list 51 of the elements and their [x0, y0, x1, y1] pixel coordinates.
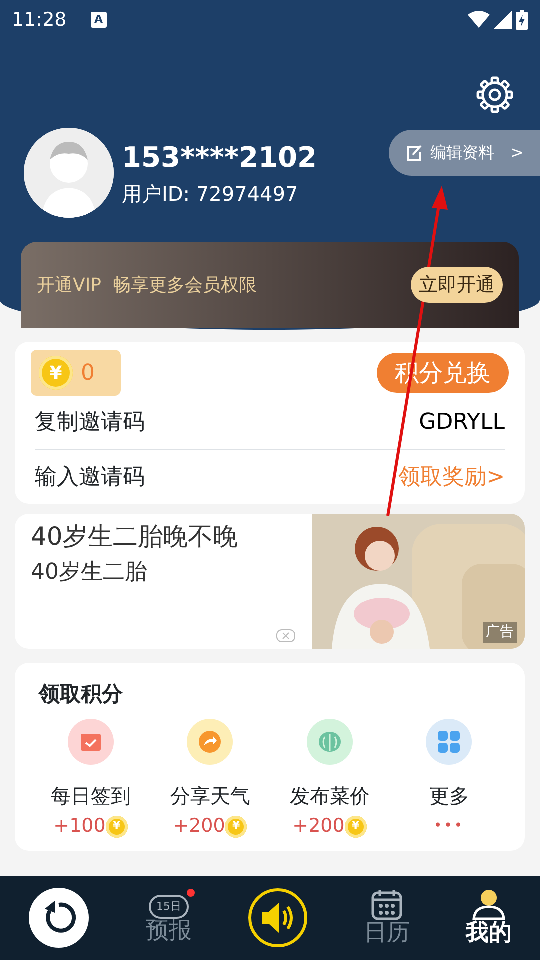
phone-number: 153****2102: [122, 140, 318, 176]
wifi-icon: [468, 11, 490, 29]
user-icon: [471, 889, 507, 922]
nav-tab[interactable]: 我的: [466, 889, 512, 947]
invite-row[interactable]: 复制邀请码 GDRYLL: [35, 396, 505, 450]
invite-code: GDRYLL: [419, 409, 505, 437]
ad-title: 40岁生二胎晚不晚: [31, 521, 239, 553]
signal-icon: [494, 11, 512, 29]
refresh-icon: [28, 887, 90, 949]
battery-icon: [516, 10, 528, 30]
reward-amount: •••: [434, 817, 465, 836]
coin-icon: ¥: [344, 816, 367, 838]
invite-label: 输入邀请码: [35, 464, 145, 492]
status-time: 11:28: [12, 8, 67, 33]
invite-label: 复制邀请码: [35, 409, 145, 437]
activate-vip-button[interactable]: 立即开通: [411, 266, 503, 304]
task-label: 每日签到: [50, 782, 131, 810]
grid-icon: [436, 728, 462, 754]
task-label: 发布菜价: [290, 782, 370, 810]
calendar-icon: [371, 889, 403, 922]
reward-amount: +200: [292, 814, 345, 840]
task-label: 分享天气: [170, 782, 250, 810]
close-ad-icon[interactable]: [276, 629, 296, 643]
nav-tab[interactable]: 日历: [364, 889, 410, 947]
coin-icon: ¥: [39, 356, 73, 390]
icon-circle[interactable]: [306, 718, 353, 764]
coin-icon: ¥: [106, 816, 128, 838]
icon-circle[interactable]: [426, 718, 472, 764]
edit-icon: [404, 144, 423, 162]
ad-tag: 广告: [483, 622, 517, 643]
invite-row[interactable]: 输入邀请码 领取奖励>: [35, 450, 505, 504]
settings-icon[interactable]: [476, 76, 514, 114]
vip-promo-text: 开通VIP 畅享更多会员权限: [37, 274, 257, 298]
ad-subtitle: 40岁生二胎: [31, 558, 148, 586]
forecast-icon: 15日: [149, 895, 189, 920]
reward-amount: +200: [173, 814, 226, 840]
refresh-button[interactable]: [28, 887, 90, 949]
speaker-icon: [248, 888, 308, 948]
sound-button[interactable]: [248, 888, 308, 948]
notification-icon: A: [90, 12, 107, 28]
user-id: 用户ID: 72974497: [122, 181, 300, 208]
reward-amount: +100: [54, 814, 106, 840]
points-balance: 0: [81, 360, 95, 388]
section-title: 领取积分: [39, 681, 124, 708]
icon-circle[interactable]: [68, 718, 114, 764]
icon-circle[interactable]: [187, 718, 234, 764]
nav-tab[interactable]: 15日 预报: [146, 891, 192, 945]
task-label: 更多: [429, 782, 470, 810]
share-icon: [197, 728, 224, 754]
ad-card[interactable]: 40岁生二胎晚不晚 40岁生二胎 广告: [15, 514, 525, 649]
coin-icon: ¥: [225, 816, 248, 838]
